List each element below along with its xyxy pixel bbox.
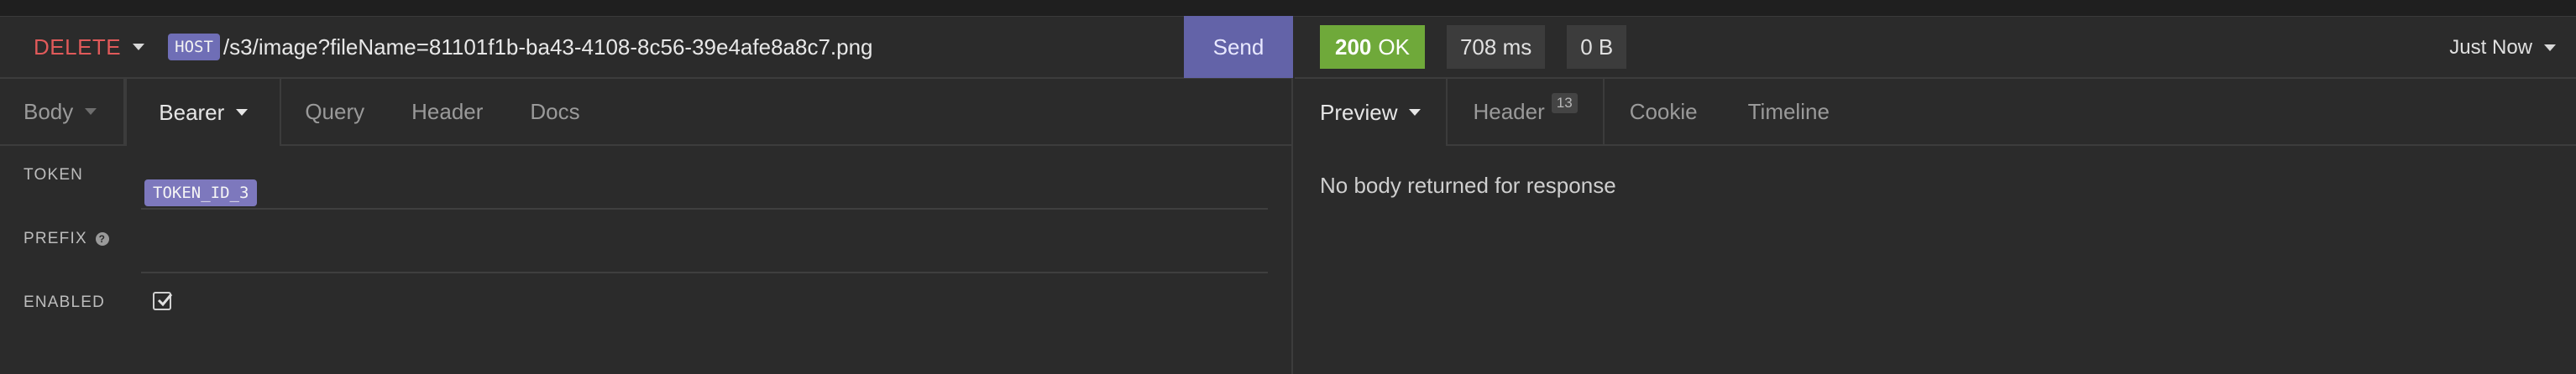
prefix-row: PREFIX ? <box>0 211 1293 273</box>
response-pane: 200 OK 708 ms 0 B Just Now Preview Heade… <box>1295 17 2576 374</box>
response-status-bar: 200 OK 708 ms 0 B Just Now <box>1295 17 2576 79</box>
header-count-badge: 13 <box>1551 93 1578 113</box>
history-label: Just Now <box>2449 36 2532 59</box>
history-dropdown[interactable]: Just Now <box>2449 17 2556 79</box>
method-label: DELETE <box>34 34 122 60</box>
tab-cookie[interactable]: Cookie <box>1605 79 1723 144</box>
chevron-down-icon <box>133 44 145 50</box>
tab-body[interactable]: Body <box>0 79 126 144</box>
tab-header[interactable]: Header <box>388 79 506 144</box>
chevron-down-icon <box>1409 109 1422 116</box>
tab-docs[interactable]: Docs <box>506 79 603 144</box>
enabled-checkbox[interactable] <box>153 292 173 310</box>
tab-bearer-label: Bearer <box>159 99 225 125</box>
token-variable-tag[interactable]: TOKEN_ID_3 <box>144 179 258 206</box>
url-input[interactable]: HOST /s3/image?fileName=81101f1b-ba43-41… <box>168 16 1184 78</box>
request-pane: DELETE HOST /s3/image?fileName=81101f1b-… <box>0 16 1293 374</box>
response-body-message: No body returned for response <box>1320 173 1616 198</box>
checkmark-icon <box>157 293 173 307</box>
method-dropdown[interactable]: DELETE <box>0 16 168 78</box>
response-size: 0 B <box>1567 25 1627 69</box>
prefix-field[interactable] <box>141 211 1268 273</box>
tab-response-header-label: Header <box>1473 98 1545 124</box>
prefix-label: PREFIX <box>24 230 87 247</box>
tab-query[interactable]: Query <box>281 79 388 144</box>
url-path: /s3/image?fileName=81101f1b-ba43-4108-8c… <box>223 34 873 60</box>
token-field[interactable]: TOKEN_ID_3 <box>141 148 1268 210</box>
help-icon[interactable]: ? <box>95 232 109 246</box>
chevron-down-icon <box>85 108 97 115</box>
chevron-down-icon <box>2544 44 2556 51</box>
token-row: TOKEN TOKEN_ID_3 <box>0 148 1293 210</box>
status-badge: 200 OK <box>1320 25 1425 69</box>
tab-preview[interactable]: Preview <box>1295 79 1448 146</box>
bearer-auth-form: TOKEN TOKEN_ID_3 PREFIX ? ENABLED <box>0 148 1293 374</box>
window-top-strip <box>0 0 2576 17</box>
host-variable-tag[interactable]: HOST <box>168 34 220 60</box>
chevron-down-icon <box>236 109 249 116</box>
enabled-label: ENABLED <box>24 293 106 311</box>
tab-body-label: Body <box>24 98 74 124</box>
enabled-field <box>141 275 1268 337</box>
app-window: DELETE HOST /s3/image?fileName=81101f1b-… <box>0 0 2576 374</box>
send-button[interactable]: Send <box>1184 16 1293 78</box>
status-text: OK <box>1378 34 1410 60</box>
tab-response-header[interactable]: Header 13 <box>1448 79 1605 144</box>
url-bar: DELETE HOST /s3/image?fileName=81101f1b-… <box>0 16 1293 79</box>
enabled-row: ENABLED <box>0 275 1293 337</box>
tab-timeline[interactable]: Timeline <box>1723 79 1855 144</box>
response-time: 708 ms <box>1446 25 1546 69</box>
prefix-label-wrap: PREFIX ? <box>24 230 109 248</box>
response-tabs: Preview Header 13 Cookie Timeline <box>1295 79 2576 146</box>
tab-bearer[interactable]: Bearer <box>125 79 282 146</box>
request-tabs: Body Bearer Query Header Docs <box>0 79 1293 146</box>
status-code: 200 <box>1335 34 1372 60</box>
token-label: TOKEN <box>24 166 84 184</box>
tab-preview-label: Preview <box>1320 99 1398 125</box>
